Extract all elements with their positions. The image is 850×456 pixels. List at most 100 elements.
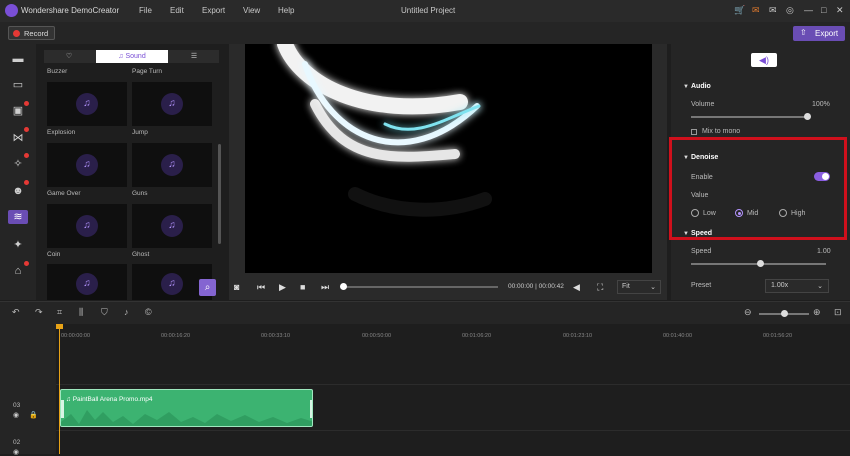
mix-mono-checkbox[interactable] — [691, 129, 697, 135]
volume-value: 100% — [812, 101, 830, 108]
audio-tab[interactable]: ◀) — [751, 53, 777, 67]
microphone-icon[interactable]: ♪ — [124, 307, 129, 317]
music-note-icon: ♫ — [161, 215, 183, 237]
sound-label-page-turn: Page Turn — [132, 68, 162, 75]
menu-file[interactable]: File — [139, 6, 152, 15]
volume-slider[interactable] — [691, 116, 808, 118]
record-label: Record — [24, 29, 49, 38]
zoom-in-icon[interactable]: ⊕ — [813, 307, 821, 318]
sound-thumb-guns[interactable]: ♫ — [132, 143, 212, 187]
mix-mono-label: Mix to mono — [702, 128, 741, 135]
audio-waveform-icon[interactable]: ≋ — [8, 210, 28, 224]
library-scrollbar[interactable] — [218, 144, 221, 244]
sound-thumb[interactable]: ♫ — [47, 264, 127, 300]
headset-icon[interactable]: ◎ — [786, 5, 794, 16]
search-icon: ⌕ — [204, 282, 211, 293]
camera-icon[interactable]: ◙ — [234, 282, 239, 292]
eye-icon[interactable]: ◉ — [13, 411, 19, 419]
sound-label-ghost: Ghost — [132, 251, 150, 258]
ruler-tick: 00:00:00:00 — [61, 333, 91, 339]
playback-track[interactable] — [343, 286, 498, 288]
menu-export[interactable]: Export — [202, 6, 225, 15]
denoise-highlight-box — [669, 137, 847, 240]
list-tab[interactable]: ☰ — [169, 50, 219, 63]
track-number: 02 — [13, 439, 21, 446]
transition-icon[interactable]: ⋈ — [11, 131, 25, 145]
undo-icon[interactable]: ↶ — [12, 307, 20, 318]
sound-thumb-game-over[interactable]: ♫ — [47, 143, 127, 187]
tab-sound[interactable]: ♫ Sound — [96, 50, 168, 63]
menu-help[interactable]: Help — [278, 6, 294, 15]
music-note-icon: ♫ — [76, 273, 98, 295]
fullscreen-icon[interactable]: ⛶ — [597, 282, 603, 293]
mail-icon[interactable]: ✉ — [769, 5, 777, 16]
preset-select[interactable]: 1.00x ⌄ — [765, 279, 829, 293]
music-note-icon: ♫ — [161, 93, 183, 115]
new-badge — [24, 101, 29, 106]
eye-icon[interactable]: ◉ — [13, 448, 19, 456]
ruler-tick: 00:00:16:20 — [161, 333, 191, 339]
redo-icon[interactable]: ↷ — [35, 307, 43, 318]
fit-timeline-icon[interactable]: ⊡ — [834, 307, 842, 318]
sound-thumb-ghost[interactable]: ♫ — [132, 204, 212, 248]
video-preview[interactable] — [245, 44, 652, 273]
export-button[interactable]: ⇧ Export — [793, 26, 845, 41]
record-dot-icon — [13, 30, 20, 37]
sound-label-coin: Coin — [47, 251, 61, 258]
caption-c-icon[interactable]: © — [145, 307, 152, 317]
search-button[interactable]: ⌕ — [199, 279, 216, 296]
audio-clip[interactable]: ♫ PaintBall Arena Promo.mp4 — [60, 389, 313, 427]
music-note-icon: ♫ — [76, 154, 98, 176]
sound-thumb-jump[interactable]: ♫ — [132, 82, 212, 126]
minimize-icon[interactable]: — — [804, 5, 813, 15]
pin-icon[interactable]: ✦ — [11, 238, 25, 252]
record-button[interactable]: Record — [8, 26, 55, 40]
previous-frame-icon[interactable]: ⏮ — [257, 282, 265, 293]
ruler-tick: 00:00:33:10 — [261, 333, 291, 339]
split-icon[interactable]: ⫼ — [79, 307, 83, 318]
track-divider — [56, 430, 850, 431]
next-frame-icon[interactable]: ⏭ — [321, 282, 329, 293]
maximize-icon[interactable]: □ — [821, 5, 826, 15]
music-note-icon: ♫ — [76, 93, 98, 115]
menu-view[interactable]: View — [243, 6, 260, 15]
annotation-icon[interactable]: ▭ — [11, 78, 25, 92]
clip-left-handle[interactable] — [61, 400, 64, 418]
playhead[interactable] — [59, 324, 60, 454]
stop-icon[interactable]: ■ — [300, 282, 305, 292]
clip-right-handle[interactable] — [310, 400, 312, 418]
sound-thumb-coin[interactable]: ♫ — [47, 204, 127, 248]
effects-wand-icon[interactable]: ✧ — [11, 157, 25, 171]
collapse-audio-icon[interactable]: ▼ — [683, 84, 689, 90]
sticker-icon[interactable]: ☻ — [11, 184, 25, 198]
volume-knob[interactable] — [804, 113, 811, 120]
gift-icon[interactable]: ✉ — [752, 5, 760, 16]
lock-icon[interactable]: 🔒 — [29, 411, 38, 419]
video-frame-graphic — [277, 44, 492, 217]
music-note-icon: ♫ — [161, 273, 183, 295]
sound-label-buzzer: Buzzer — [47, 68, 68, 75]
sound-thumb-explosion[interactable]: ♫ — [47, 82, 127, 126]
store-icon[interactable]: ⌂ — [11, 264, 25, 278]
playback-knob[interactable] — [340, 283, 347, 290]
volume-icon[interactable]: ◀ — [573, 282, 580, 293]
favorites-tab[interactable]: ♡ — [44, 50, 94, 63]
folder-icon[interactable]: ▬ — [11, 52, 25, 66]
speed-knob[interactable] — [757, 260, 764, 267]
menu-edit[interactable]: Edit — [170, 6, 184, 15]
shield-icon[interactable]: ⛉ — [101, 307, 108, 318]
chevron-down-icon: ⌄ — [650, 284, 656, 291]
zoom-knob[interactable] — [781, 310, 788, 317]
close-icon[interactable]: ✕ — [836, 5, 844, 16]
crop-icon[interactable]: ⌗ — [57, 307, 62, 318]
preset-value: 1.00x — [771, 282, 789, 289]
speed-label: Speed — [691, 248, 712, 255]
play-icon[interactable]: ▶ — [279, 282, 286, 293]
fit-select[interactable]: Fit ⌄ — [617, 280, 661, 294]
speaker-icon: ◀) — [759, 55, 769, 65]
caption-icon[interactable]: ▣ — [11, 104, 25, 118]
zoom-out-icon[interactable]: ⊖ — [744, 307, 752, 318]
volume-label: Volume — [691, 101, 715, 108]
playhead-handle[interactable] — [56, 324, 63, 329]
cart-icon[interactable]: 🛒 — [734, 5, 745, 16]
